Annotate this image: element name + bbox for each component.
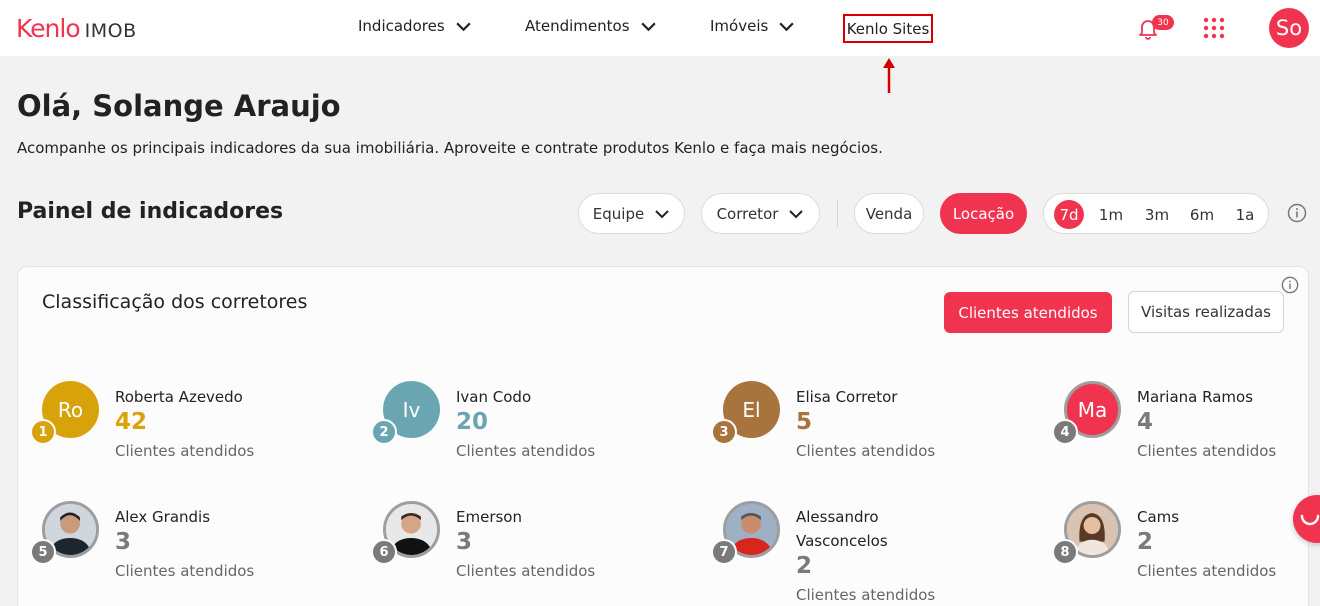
ranking-entry[interactable]: 7 Alessandro Vasconcelos 2 Clientes aten…	[711, 501, 1023, 606]
ranking-entry[interactable]: El 3 Elisa Corretor 5 Clientes atendidos	[711, 381, 1023, 491]
divider	[837, 200, 838, 227]
agent-count: 3	[456, 529, 473, 555]
agent-metric-label: Clientes atendidos	[115, 562, 255, 580]
rank-position-badge: 3	[711, 419, 737, 445]
notification-count-badge: 30	[1152, 15, 1174, 30]
chevron-down-icon	[456, 22, 471, 31]
chevron-down-icon	[789, 209, 804, 218]
ranking-entry[interactable]: Ma 4 Mariana Ramos 4 Clientes atendidos	[1052, 381, 1320, 491]
ranking-title: Classificação dos corretores	[42, 291, 308, 313]
agent-count: 3	[115, 529, 132, 555]
info-icon[interactable]	[1287, 203, 1307, 223]
period-7d[interactable]: 7d	[1054, 200, 1084, 229]
agent-name: Elisa Corretor	[796, 388, 898, 406]
agent-name: Alex Grandis	[115, 508, 211, 526]
agent-count: 4	[1137, 409, 1154, 435]
agent-name: Mariana Ramos	[1137, 388, 1254, 406]
period-1a[interactable]: 1a	[1232, 200, 1258, 229]
team-filter-label: Equipe	[592, 204, 645, 223]
ranking-entry[interactable]: 8 Cams 2 Clientes atendidos	[1052, 501, 1320, 606]
rank-position-badge: 4	[1052, 419, 1078, 445]
period-3m[interactable]: 3m	[1142, 200, 1172, 229]
logo-product: IMOB	[84, 20, 137, 42]
nav-atendimentos-label: Atendimentos	[525, 17, 630, 35]
panel-title: Painel de indicadores	[17, 199, 284, 224]
chevron-down-icon	[779, 22, 794, 31]
deal-type-venda[interactable]: Venda	[854, 193, 924, 234]
agent-count: 20	[456, 409, 489, 435]
logo-brand: Kenlo	[16, 14, 81, 43]
nav-indicadores[interactable]: Indicadores	[358, 17, 472, 35]
agent-metric-label: Clientes atendidos	[115, 442, 255, 460]
agent-metric-label: Clientes atendidos	[456, 442, 596, 460]
nav-indicadores-label: Indicadores	[358, 17, 445, 35]
agent-count: 42	[115, 409, 148, 435]
deal-type-locacao[interactable]: Locação	[940, 193, 1027, 234]
period-6m[interactable]: 6m	[1187, 200, 1217, 229]
kenlo-imob-logo[interactable]: Kenlo IMOB	[16, 14, 137, 43]
top-navbar: Kenlo IMOB Indicadores Atendimentos Imóv…	[0, 0, 1320, 56]
agent-filter-label: Corretor	[716, 204, 779, 223]
ranking-entry[interactable]: 6 Emerson 3 Clientes atendidos	[371, 501, 683, 606]
agent-metric-label: Clientes atendidos	[796, 586, 936, 604]
agent-count: 5	[796, 409, 813, 435]
annotation-arrow-icon	[883, 58, 895, 93]
spinner-icon	[1300, 514, 1320, 526]
rank-position-badge: 1	[30, 419, 56, 445]
nav-imoveis[interactable]: Imóveis	[710, 17, 795, 35]
page-title: Olá, Solange Araujo	[17, 89, 341, 123]
rank-position-badge: 7	[711, 539, 737, 565]
page-subtitle: Acompanhe os principais indicadores da s…	[17, 139, 883, 157]
agent-metric-label: Clientes atendidos	[796, 442, 936, 460]
agent-count: 2	[796, 553, 813, 579]
ranking-entry[interactable]: Iv 2 Ivan Codo 20 Clientes atendidos	[371, 381, 683, 491]
agent-metric-label: Clientes atendidos	[456, 562, 596, 580]
agent-metric-label: Clientes atendidos	[1137, 562, 1277, 580]
apps-grid-icon[interactable]	[1203, 17, 1225, 39]
ranking-entry[interactable]: 5 Alex Grandis 3 Clientes atendidos	[30, 501, 342, 606]
period-selector: 7d 1m 3m 6m 1a	[1043, 193, 1269, 234]
rank-position-badge: 2	[371, 419, 397, 445]
nav-imoveis-label: Imóveis	[710, 17, 769, 35]
info-icon[interactable]	[1281, 276, 1299, 294]
agent-metric-label: Clientes atendidos	[1137, 442, 1277, 460]
chevron-down-icon	[640, 22, 656, 31]
ranking-entry[interactable]: Ro 1 Roberta Azevedo 42 Clientes atendid…	[30, 381, 342, 491]
agent-name: Alessandro Vasconcelos	[796, 508, 888, 550]
agent-filter-dropdown[interactable]: Corretor	[701, 193, 820, 234]
agent-name: Ivan Codo	[456, 388, 532, 406]
user-avatar[interactable]: So	[1269, 8, 1309, 48]
agent-name: Roberta Azevedo	[115, 388, 243, 406]
rank-position-badge: 8	[1052, 539, 1078, 565]
agent-count: 2	[1137, 529, 1154, 555]
tab-clientes-atendidos[interactable]: Clientes atendidos	[944, 292, 1112, 333]
team-filter-dropdown[interactable]: Equipe	[578, 193, 685, 234]
chevron-down-icon	[655, 209, 669, 218]
rank-position-badge: 6	[371, 539, 397, 565]
tab-visitas-realizadas[interactable]: Visitas realizadas	[1128, 291, 1284, 333]
rank-position-badge: 5	[30, 539, 56, 565]
agent-name: Emerson	[456, 508, 522, 526]
nav-atendimentos[interactable]: Atendimentos	[525, 17, 657, 35]
period-1m[interactable]: 1m	[1096, 200, 1126, 229]
nav-kenlo-sites-link[interactable]: Kenlo Sites	[843, 14, 933, 43]
